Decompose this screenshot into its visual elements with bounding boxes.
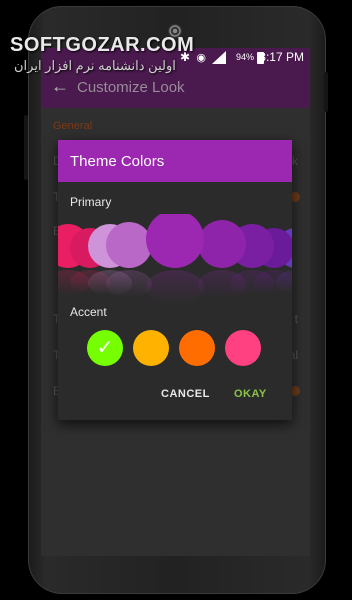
swatch-reflection xyxy=(106,270,152,298)
dialog-title: Theme Colors xyxy=(70,153,165,170)
primary-swatch[interactable] xyxy=(146,214,204,268)
primary-color-picker[interactable] xyxy=(58,214,292,304)
accent-swatch[interactable] xyxy=(179,330,215,366)
page-title: Customize Look xyxy=(77,79,185,96)
wifi-icon: ◉ xyxy=(196,52,206,64)
accent-swatch[interactable] xyxy=(133,330,169,366)
signal-icon xyxy=(212,51,226,64)
primary-label: Primary xyxy=(70,195,112,209)
arrow-back-icon[interactable]: ← xyxy=(51,76,69,97)
swatch-reflection xyxy=(198,270,246,299)
status-time: 3:17 PM xyxy=(259,50,304,64)
power-button xyxy=(324,72,328,112)
section-header: General xyxy=(53,120,93,132)
volume-button xyxy=(24,115,28,180)
theme-colors-dialog: Theme Colors Primary Accent CANCEL OKAY … xyxy=(58,140,292,420)
swatch-reflection xyxy=(146,270,204,304)
cancel-button[interactable]: CANCEL xyxy=(161,388,210,400)
app-bar: ← Customize Look xyxy=(41,68,310,108)
primary-swatch[interactable] xyxy=(198,220,246,268)
settings-row-value: t xyxy=(294,312,298,326)
accent-swatch[interactable] xyxy=(225,330,261,366)
accent-swatch[interactable]: ✓ xyxy=(87,330,123,366)
settings-row-value: k xyxy=(292,154,298,168)
dialog-header: Theme Colors xyxy=(58,140,292,182)
watermark-subtitle: اولین دانشنامه نرم افزار ایران xyxy=(14,58,176,73)
primary-swatch[interactable] xyxy=(106,222,152,268)
accent-label: Accent xyxy=(70,305,107,319)
check-icon: ✓ xyxy=(96,337,114,359)
okay-button[interactable]: OKAY xyxy=(234,388,267,400)
battery-percent: 94% xyxy=(235,52,254,62)
watermark-logo: SOFTGOZAR.COM xyxy=(10,34,195,56)
